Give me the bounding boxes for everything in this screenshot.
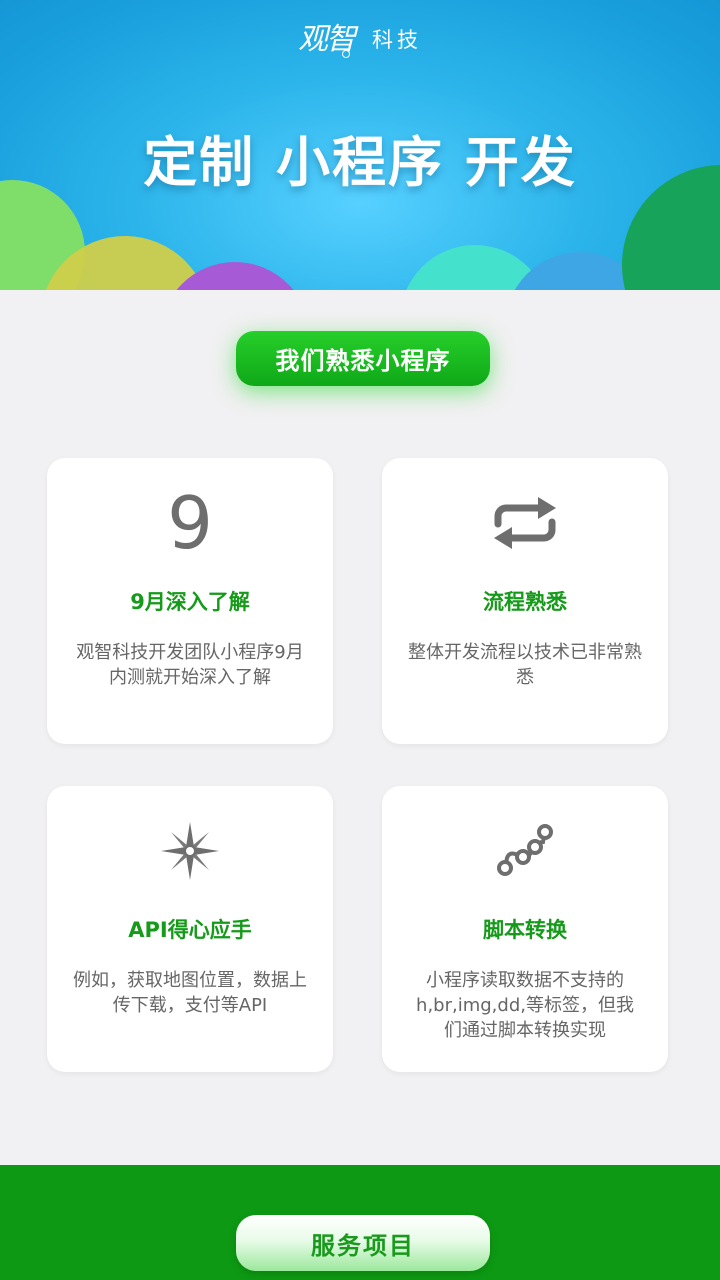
intro-pill-button[interactable]: 我们熟悉小程序 (236, 331, 490, 386)
repeat-arrows-icon (382, 488, 668, 558)
connected-nodes-icon (382, 816, 668, 886)
brand-logo[interactable]: 观智 科技 (0, 14, 720, 58)
logo-dot-icon (342, 50, 350, 58)
feature-description: 小程序读取数据不支持的h,br,img,dd,等标签，但我们通过脚本转换实现 (416, 970, 634, 1041)
feature-description: 例如，获取地图位置，数据上传下载，支付等API (73, 970, 307, 1016)
feature-title: 脚本转换 (483, 918, 567, 942)
hero-title: 定制 小程序 开发 (143, 131, 577, 194)
feature-title: 流程熟悉 (483, 590, 567, 614)
logo-text: 科技 (372, 28, 422, 52)
feature-title: API得心应手 (128, 918, 252, 942)
feature-title: 9月深入了解 (130, 590, 250, 614)
feature-card-4: 脚本转换 小程序读取数据不支持的h,br,img,dd,等标签，但我们通过脚本转… (382, 786, 668, 1072)
feature-card-1: 9 9月深入了解 观智科技开发团队小程序9月内测就开始深入了解 (47, 458, 333, 744)
nine-numeral-icon: 9 (167, 481, 213, 565)
service-items-button[interactable]: 服务项目 (236, 1215, 490, 1271)
hero-banner: 观智 科技 定制 小程序 开发 (0, 0, 720, 290)
feature-description: 观智科技开发团队小程序9月内测就开始深入了解 (76, 642, 304, 688)
feature-description: 整体开发流程以技术已非常熟悉 (408, 642, 642, 688)
logo-mark: 观智 (298, 22, 356, 58)
feature-card-3: API得心应手 例如，获取地图位置，数据上传下载，支付等API (47, 786, 333, 1072)
feature-card-2: 流程熟悉 整体开发流程以技术已非常熟悉 (382, 458, 668, 744)
compass-star-icon (47, 816, 333, 886)
